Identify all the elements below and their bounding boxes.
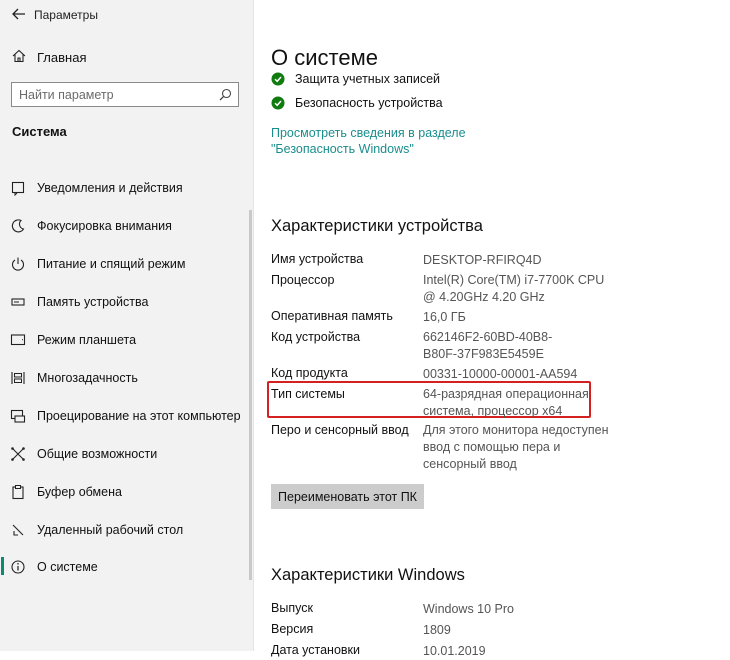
sidebar-item-projecting[interactable]: Проецирование на этот компьютер <box>0 404 253 428</box>
sidebar-item-label: Уведомления и действия <box>37 181 183 195</box>
sidebar-item-clipboard[interactable]: Буфер обмена <box>0 480 253 504</box>
device-specs-title: Характеристики устройства <box>271 217 483 235</box>
prop-value-ram: 16,0 ГБ <box>423 310 466 324</box>
prop-label-edition: Выпуск <box>271 601 313 615</box>
sidebar-item-multitasking[interactable]: Многозадачность <box>0 366 253 390</box>
active-indicator <box>1 557 4 575</box>
prop-value-device-id: 662146F2-60BD-40B8-B80F-37F983E5459E <box>423 330 553 361</box>
check-circle-icon <box>271 96 285 110</box>
sidebar-item-label: Питание и спящий режим <box>37 257 186 271</box>
title-bar: Параметры <box>0 0 253 30</box>
prop-value-edition: Windows 10 Pro <box>423 602 515 616</box>
sidebar-item-home[interactable]: Главная <box>0 46 253 70</box>
status-label: Безопасность устройства <box>295 96 443 110</box>
prop-label-system-type: Тип системы <box>271 387 345 401</box>
sidebar: Параметры Главная Система Уведомления и … <box>0 0 254 651</box>
clipboard-icon <box>12 485 24 500</box>
search-icon[interactable] <box>219 88 232 101</box>
prop-value-pen-touch: Для этого монитора недоступен ввод с пом… <box>423 423 609 471</box>
prop-label-pen-touch: Перо и сенсорный ввод <box>271 423 409 437</box>
prop-label-device-id: Код устройства <box>271 330 361 344</box>
prop-value-device-name: DESKTOP-RFIRQ4D <box>423 253 542 267</box>
sidebar-item-label: Общие возможности <box>37 447 158 461</box>
shared-experiences-icon <box>11 447 25 461</box>
sidebar-item-remote-desktop[interactable]: Удаленный рабочий стол <box>0 518 253 542</box>
sidebar-item-storage[interactable]: Память устройства <box>0 290 253 314</box>
windows-security-link[interactable]: Просмотреть сведения в разделе <box>271 126 466 140</box>
prop-label-ram: Оперативная память <box>271 309 393 323</box>
check-circle-icon <box>271 72 285 86</box>
search-box <box>11 82 239 107</box>
window-title: Параметры <box>34 8 98 22</box>
sidebar-item-label: Память устройства <box>37 295 149 309</box>
sidebar-item-focus-assist[interactable]: Фокусировка внимания <box>0 214 253 238</box>
notifications-icon <box>11 181 25 196</box>
prop-value-version: 1809 <box>423 623 451 637</box>
home-icon <box>12 49 26 63</box>
prop-label-processor: Процессор <box>271 273 335 287</box>
projecting-icon <box>10 409 26 423</box>
multitasking-icon <box>11 372 25 384</box>
prop-value-install-date: 10.01.2019 <box>423 644 486 658</box>
sidebar-item-label: Проецирование на этот компьютер <box>37 409 241 423</box>
sidebar-item-label: Буфер обмена <box>37 485 122 499</box>
rename-pc-button[interactable]: Переименовать этот ПК <box>271 484 424 509</box>
windows-security-link-continued[interactable]: "Безопасность Windows" <box>271 142 414 156</box>
remote-desktop-icon <box>12 524 24 536</box>
sidebar-item-about[interactable]: О системе <box>0 555 253 579</box>
sidebar-item-power[interactable]: Питание и спящий режим <box>0 252 253 276</box>
sidebar-item-label: Фокусировка внимания <box>37 219 172 233</box>
sidebar-item-tablet[interactable]: Режим планшета <box>0 328 253 352</box>
sidebar-item-label: Удаленный рабочий стол <box>37 523 184 537</box>
sidebar-item-label: Главная <box>37 50 87 65</box>
about-icon <box>11 560 25 574</box>
sidebar-item-label: Многозадачность <box>37 371 138 385</box>
prop-label-device-name: Имя устройства <box>271 252 364 266</box>
prop-value-processor: Intel(R) Core(TM) i7-7700K CPU @ 4.20GHz… <box>423 273 605 304</box>
windows-specs-title: Характеристики Windows <box>271 566 465 584</box>
page-title: О системе <box>271 45 378 70</box>
search-input[interactable] <box>12 83 219 106</box>
sidebar-section-heading: Система <box>12 124 67 139</box>
main-content: О системе Защита учетных записей Безопас… <box>254 0 730 658</box>
prop-value-system-type: 64-разрядная операционная система, проце… <box>423 387 589 418</box>
sidebar-scrollbar[interactable] <box>249 210 252 580</box>
focus-assist-icon <box>11 219 25 233</box>
back-button[interactable] <box>8 4 30 24</box>
back-arrow-icon <box>12 8 25 20</box>
sidebar-item-notifications[interactable]: Уведомления и действия <box>0 176 253 200</box>
sidebar-item-label: Режим планшета <box>37 333 137 347</box>
prop-label-version: Версия <box>271 622 314 636</box>
sidebar-item-shared-experiences[interactable]: Общие возможности <box>0 442 253 466</box>
tablet-icon <box>10 334 26 346</box>
sidebar-item-label: О системе <box>37 560 98 574</box>
prop-label-install-date: Дата установки <box>271 643 360 657</box>
status-label: Защита учетных записей <box>295 72 441 86</box>
power-icon <box>11 257 25 271</box>
storage-icon <box>11 298 25 306</box>
prop-label-product-id: Код продукта <box>271 366 348 380</box>
